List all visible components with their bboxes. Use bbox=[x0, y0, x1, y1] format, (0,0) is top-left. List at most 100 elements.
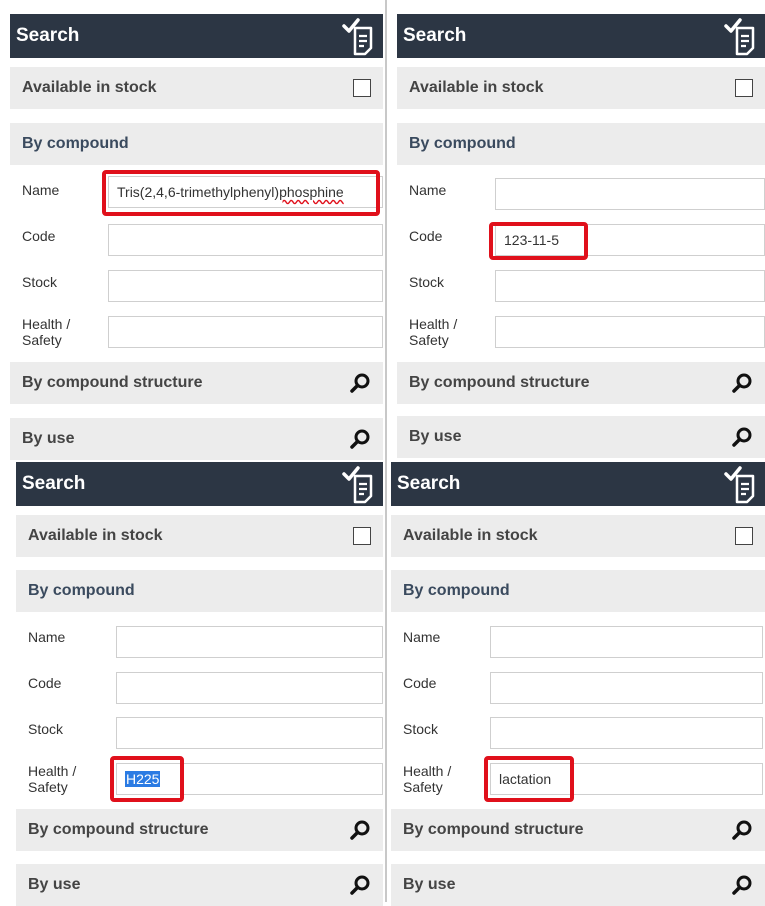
health-safety-label: Health / Safety bbox=[403, 763, 451, 795]
highlight-box bbox=[102, 170, 380, 216]
by-compound-structure-label: By compound structure bbox=[403, 821, 584, 838]
available-in-stock-checkbox[interactable] bbox=[353, 527, 371, 545]
by-compound-label: By compound bbox=[22, 135, 129, 152]
by-use-section[interactable]: By use bbox=[391, 864, 765, 906]
health-label-line2: Safety bbox=[409, 332, 449, 348]
health-label-line1: Health / bbox=[28, 763, 77, 779]
stock-label: Stock bbox=[22, 274, 58, 290]
by-compound-structure-section[interactable]: By compound structure bbox=[391, 809, 765, 851]
header-title: Search bbox=[397, 473, 461, 494]
search-header: Search bbox=[391, 462, 765, 506]
header-title: Search bbox=[22, 473, 86, 494]
checklist-icon[interactable] bbox=[723, 16, 759, 56]
by-compound-section[interactable]: By compound bbox=[16, 570, 383, 612]
available-in-stock-label: Available in stock bbox=[409, 79, 544, 96]
highlight-box bbox=[484, 756, 574, 802]
name-label: Name bbox=[409, 182, 447, 198]
health-safety-input[interactable] bbox=[108, 316, 383, 348]
by-compound-structure-section[interactable]: By compound structure bbox=[10, 362, 383, 404]
search-icon[interactable] bbox=[731, 426, 753, 448]
available-in-stock-row[interactable]: Available in stock bbox=[397, 67, 765, 109]
name-input[interactable] bbox=[495, 178, 765, 210]
by-use-label: By use bbox=[22, 430, 75, 447]
code-input[interactable] bbox=[490, 672, 763, 704]
by-compound-structure-label: By compound structure bbox=[409, 374, 590, 391]
by-use-section[interactable]: By use bbox=[16, 864, 383, 906]
search-icon[interactable] bbox=[349, 428, 371, 450]
checklist-icon[interactable] bbox=[723, 464, 759, 504]
health-label-line1: Health / bbox=[403, 763, 452, 779]
by-compound-section[interactable]: By compound bbox=[391, 570, 765, 612]
name-input[interactable] bbox=[116, 626, 383, 658]
code-label: Code bbox=[28, 675, 62, 691]
name-label: Name bbox=[403, 629, 441, 645]
available-in-stock-checkbox[interactable] bbox=[353, 79, 371, 97]
health-label-line2: Safety bbox=[22, 332, 62, 348]
code-label: Code bbox=[403, 675, 437, 691]
by-compound-label: By compound bbox=[403, 582, 510, 599]
by-use-section[interactable]: By use bbox=[397, 416, 765, 458]
search-icon[interactable] bbox=[731, 874, 753, 896]
search-icon[interactable] bbox=[349, 372, 371, 394]
available-in-stock-label: Available in stock bbox=[28, 527, 163, 544]
stock-label: Stock bbox=[409, 274, 445, 290]
available-in-stock-label: Available in stock bbox=[22, 79, 157, 96]
highlight-box bbox=[110, 756, 184, 802]
by-use-section[interactable]: By use bbox=[10, 418, 383, 460]
by-compound-structure-section[interactable]: By compound structure bbox=[16, 809, 383, 851]
health-safety-label: Health / Safety bbox=[409, 316, 457, 348]
search-icon[interactable] bbox=[731, 819, 753, 841]
by-use-label: By use bbox=[409, 428, 462, 445]
available-in-stock-row[interactable]: Available in stock bbox=[391, 515, 765, 557]
by-compound-structure-label: By compound structure bbox=[22, 374, 203, 391]
by-use-label: By use bbox=[28, 876, 81, 893]
health-safety-input[interactable] bbox=[495, 316, 765, 348]
available-in-stock-checkbox[interactable] bbox=[735, 527, 753, 545]
available-in-stock-checkbox[interactable] bbox=[735, 79, 753, 97]
by-compound-section[interactable]: By compound bbox=[10, 123, 383, 165]
search-icon[interactable] bbox=[349, 874, 371, 896]
checklist-icon[interactable] bbox=[341, 464, 377, 504]
by-compound-label: By compound bbox=[409, 135, 516, 152]
highlight-box bbox=[489, 222, 588, 260]
search-panel-4: Search Available in stock By compound Na… bbox=[391, 462, 765, 906]
by-compound-structure-label: By compound structure bbox=[28, 821, 209, 838]
by-compound-structure-section[interactable]: By compound structure bbox=[397, 362, 765, 404]
stock-input[interactable] bbox=[116, 717, 383, 749]
health-safety-label: Health / Safety bbox=[22, 316, 70, 348]
health-label-line2: Safety bbox=[28, 779, 68, 795]
by-compound-label: By compound bbox=[28, 582, 135, 599]
panel-divider bbox=[385, 0, 387, 902]
search-icon[interactable] bbox=[349, 819, 371, 841]
stock-input[interactable] bbox=[490, 717, 763, 749]
search-icon[interactable] bbox=[731, 372, 753, 394]
stock-input[interactable] bbox=[108, 270, 383, 302]
health-label-line1: Health / bbox=[409, 316, 458, 332]
stock-label: Stock bbox=[403, 721, 439, 737]
stock-label: Stock bbox=[28, 721, 64, 737]
available-in-stock-label: Available in stock bbox=[403, 527, 538, 544]
available-in-stock-row[interactable]: Available in stock bbox=[10, 67, 383, 109]
stock-input[interactable] bbox=[495, 270, 765, 302]
header-title: Search bbox=[403, 25, 467, 46]
by-use-label: By use bbox=[403, 876, 456, 893]
search-panel-3: Search Available in stock By compound Na… bbox=[16, 462, 383, 906]
checklist-icon[interactable] bbox=[341, 16, 377, 56]
name-input[interactable] bbox=[490, 626, 763, 658]
code-label: Code bbox=[22, 228, 56, 244]
health-label-line1: Health / bbox=[22, 316, 71, 332]
header-title: Search bbox=[16, 25, 80, 46]
search-header: Search bbox=[16, 462, 383, 506]
search-panel-1: Search Available in stock By compound Na… bbox=[10, 14, 383, 460]
code-input[interactable] bbox=[116, 672, 383, 704]
name-label: Name bbox=[22, 182, 60, 198]
search-panel-2: Search Available in stock By compound Na… bbox=[397, 14, 765, 458]
available-in-stock-row[interactable]: Available in stock bbox=[16, 515, 383, 557]
health-safety-label: Health / Safety bbox=[28, 763, 76, 795]
search-header: Search bbox=[10, 14, 383, 58]
by-compound-section[interactable]: By compound bbox=[397, 123, 765, 165]
name-label: Name bbox=[28, 629, 66, 645]
health-label-line2: Safety bbox=[403, 779, 443, 795]
search-header: Search bbox=[397, 14, 765, 58]
code-input[interactable] bbox=[108, 224, 383, 256]
